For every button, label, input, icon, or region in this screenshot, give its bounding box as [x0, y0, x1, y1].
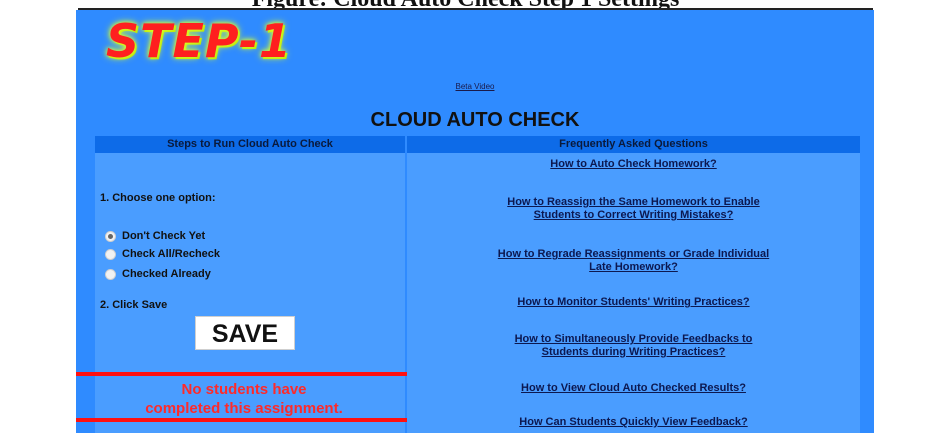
faq-link-feedback[interactable]: How to Simultaneously Provide Feedbacks … [407, 333, 860, 359]
faq-link-line: How to Monitor Students' Writing Practic… [517, 296, 750, 308]
no-students-notice: No students have completed this assignme… [76, 372, 416, 422]
faq-link-line: Students to Correct Writing Mistakes? [533, 209, 734, 221]
page-title: CLOUD AUTO CHECK [370, 109, 580, 131]
cloud-auto-check-panel: STEP-1 Beta Video CLOUD AUTO CHECK Steps… [76, 10, 874, 433]
option-dont-check-yet[interactable]: Don't Check Yet [105, 228, 205, 244]
radio-button[interactable] [105, 268, 116, 280]
faq-link-line: How to Simultaneously Provide Feedbacks … [514, 333, 753, 345]
radio-button-selected[interactable] [105, 230, 116, 242]
faq-link-monitor[interactable]: How to Monitor Students' Writing Practic… [407, 296, 860, 309]
faq-link-line: Late Homework? [589, 261, 678, 273]
save-button[interactable]: SAVE [195, 316, 295, 350]
steps-header: Steps to Run Cloud Auto Check [95, 136, 405, 153]
faq-link-line: How to View Cloud Auto Checked Results? [521, 382, 746, 394]
demo-video-link[interactable]: Beta Video [76, 82, 874, 91]
faq-link-auto-check[interactable]: How to Auto Check Homework? [407, 158, 860, 171]
faq-link-line: How Can Students Quickly View Feedback? [519, 416, 748, 428]
choose-option-label: 1. Choose one option: [100, 192, 216, 204]
notice-line-2: completed this assignment. [145, 400, 343, 417]
faq-column: Frequently Asked Questions How to Auto C… [407, 136, 860, 433]
faq-link-line: How to Reassign the Same Homework to Ena… [507, 196, 760, 208]
faq-link-students-feedback[interactable]: How Can Students Quickly View Feedback? [407, 416, 860, 429]
faq-link-reassign[interactable]: How to Reassign the Same Homework to Ena… [407, 196, 860, 222]
faq-header: Frequently Asked Questions [407, 136, 860, 153]
faq-link-line: Students during Writing Practices? [541, 346, 726, 358]
option-check-all-recheck[interactable]: Check All/Recheck [105, 246, 220, 262]
option-checked-already[interactable]: Checked Already [105, 266, 211, 282]
radio-button[interactable] [105, 248, 116, 260]
faq-link-view-results[interactable]: How to View Cloud Auto Checked Results? [407, 382, 860, 395]
option-label: Checked Already [122, 268, 211, 280]
faq-link-line: How to Regrade Reassignments or Grade In… [497, 248, 770, 260]
faq-link-line: How to Auto Check Homework? [550, 158, 717, 170]
steps-column: Steps to Run Cloud Auto Check 1. Choose … [76, 136, 416, 433]
click-save-label: 2. Click Save [100, 299, 168, 311]
step-title: STEP-1 [106, 14, 292, 68]
option-label: Don't Check Yet [122, 230, 206, 242]
faq-link-regrade[interactable]: How to Regrade Reassignments or Grade In… [407, 248, 860, 274]
notice-line-1: No students have [181, 381, 307, 398]
option-label: Check All/Recheck [122, 248, 221, 260]
